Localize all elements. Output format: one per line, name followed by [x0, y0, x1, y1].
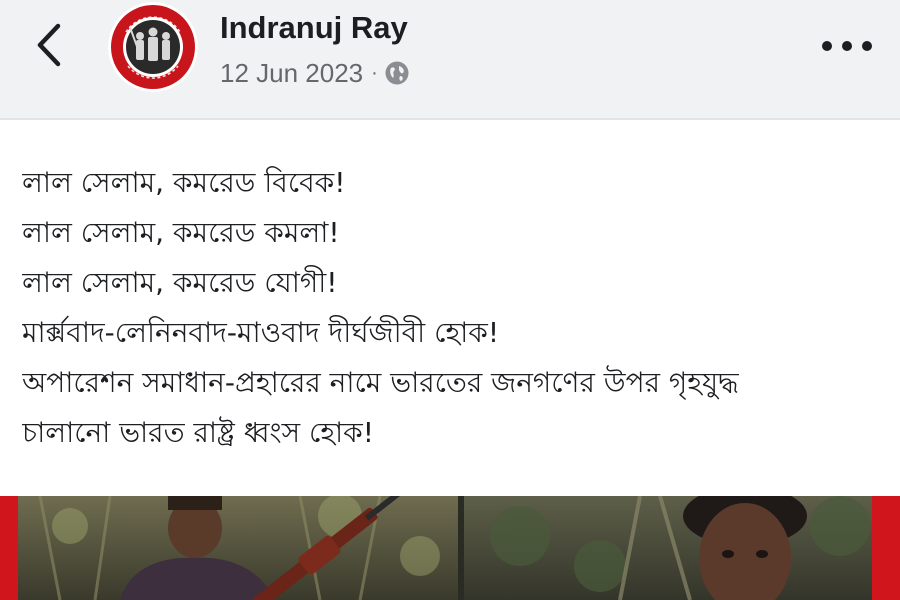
post-line: লাল সেলাম, কমরেড যোগী!: [22, 266, 338, 299]
more-dot-icon: [822, 41, 832, 51]
post-header: Indranuj Ray 12 Jun 2023 ·: [0, 0, 900, 120]
post-line: লাল সেলাম, কমরেড কমলা!: [22, 216, 340, 249]
post-photo-illustration: [0, 496, 900, 600]
post-line: মার্ক্সবাদ-লেনিনবাদ-মাওবাদ দীর্ঘজীবী হোক…: [22, 316, 500, 349]
back-button[interactable]: [30, 22, 70, 68]
chevron-left-icon: [37, 23, 61, 67]
post-meta: 12 Jun 2023 ·: [220, 56, 410, 90]
post-line: লাল সেলাম, কমরেড বিবেক!: [22, 166, 346, 199]
globe-icon: [385, 61, 409, 85]
post-line: চালানো ভারত রাষ্ট্র ধ্বংস হোক!: [22, 416, 374, 449]
more-dot-icon: [862, 41, 872, 51]
post-date[interactable]: 12 Jun 2023: [220, 58, 363, 89]
more-options-button[interactable]: [822, 34, 872, 58]
post-image[interactable]: [0, 496, 900, 600]
author-name[interactable]: Indranuj Ray: [220, 10, 408, 46]
post-body-text: লাল সেলাম, কমরেড বিবেক! লাল সেলাম, কমরেড…: [22, 158, 892, 458]
red-circle-emblem-icon: [108, 2, 198, 92]
meta-separator: ·: [371, 61, 378, 84]
post-screen: Indranuj Ray 12 Jun 2023 · লাল সেলাম, কম…: [0, 0, 900, 600]
post-line: অপারেশন সমাধান-প্রহারের নামে ভারতের জনগণ…: [22, 366, 739, 399]
avatar[interactable]: [108, 2, 198, 92]
more-dot-icon: [842, 41, 852, 51]
